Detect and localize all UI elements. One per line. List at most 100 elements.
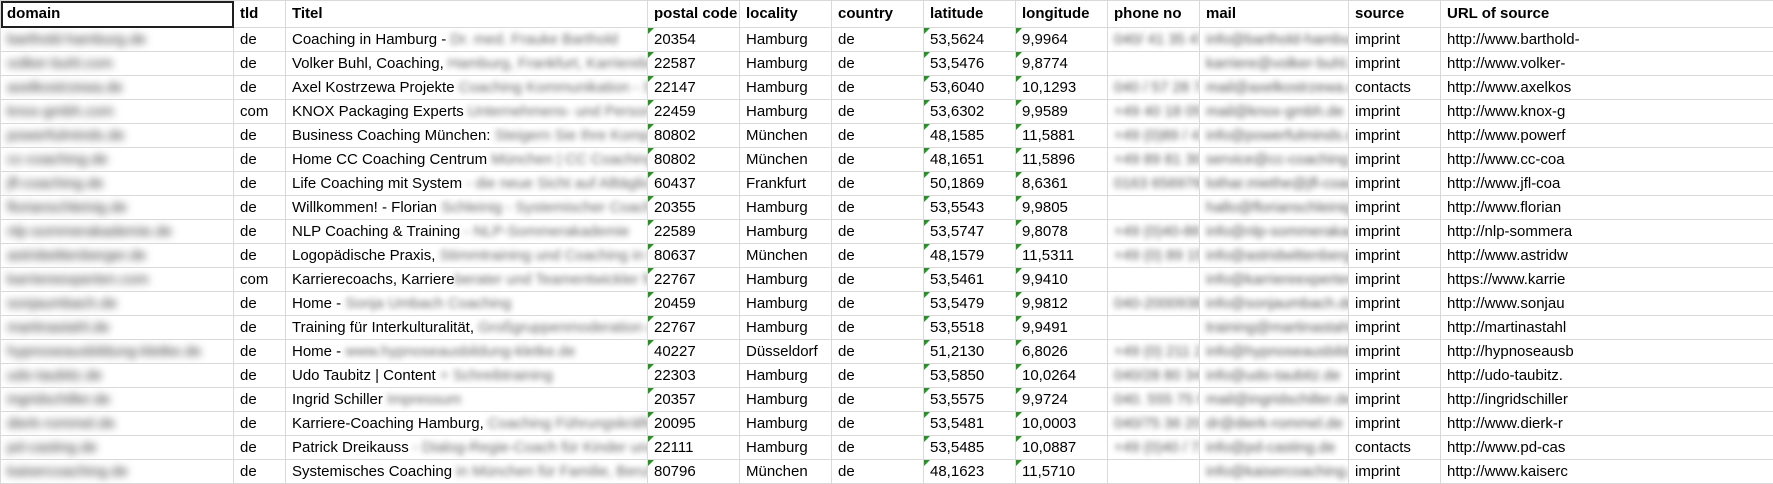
cell-latitude[interactable]: 53,6302 bbox=[923, 99, 1016, 124]
table-row[interactable]: cc-coaching.de de Home CC Coaching Centrum… bbox=[0, 147, 1773, 172]
cell-titel[interactable]: Ingrid Schiller Impressum bbox=[285, 387, 648, 412]
cell-longitude[interactable]: 11,5710 bbox=[1015, 459, 1108, 484]
cell-country[interactable]: de bbox=[831, 267, 924, 292]
cell-locality[interactable]: Düsseldorf bbox=[739, 339, 832, 364]
cell-longitude[interactable]: 6,8026 bbox=[1015, 339, 1108, 364]
cell-country[interactable]: de bbox=[831, 387, 924, 412]
cell-domain[interactable]: cc-coaching.de bbox=[0, 147, 234, 172]
cell-longitude[interactable]: 9,8774 bbox=[1015, 51, 1108, 76]
cell-phone-no[interactable]: +49 (0) 211 27 00 bbox=[1107, 339, 1200, 364]
cell-titel[interactable]: Coaching in Hamburg - Dr. med. Frauke Ba… bbox=[285, 27, 648, 52]
cell-tld[interactable]: de bbox=[233, 75, 286, 100]
cell-domain[interactable]: sonjaumbach.de bbox=[0, 291, 234, 316]
column-header-domain[interactable]: domain bbox=[0, 0, 234, 28]
cell-phone-no[interactable] bbox=[1107, 51, 1200, 76]
cell-url-of-source[interactable]: http://www.dierk-r bbox=[1440, 411, 1773, 436]
cell-mail[interactable]: mail@axelkostrzewa.de bbox=[1199, 75, 1349, 100]
cell-latitude[interactable]: 53,5575 bbox=[923, 387, 1016, 412]
cell-postal-code[interactable]: 22589 bbox=[647, 219, 740, 244]
cell-source[interactable]: imprint bbox=[1348, 291, 1441, 316]
cell-country[interactable]: de bbox=[831, 123, 924, 148]
cell-tld[interactable]: de bbox=[233, 219, 286, 244]
cell-tld[interactable]: de bbox=[233, 243, 286, 268]
cell-postal-code[interactable]: 80796 bbox=[647, 459, 740, 484]
table-row[interactable]: axelkostrzewa.de de Axel Kostrzewa Projekt… bbox=[0, 75, 1773, 100]
column-header-source[interactable]: source bbox=[1348, 0, 1441, 28]
cell-url-of-source[interactable]: http://nlp-sommera bbox=[1440, 219, 1773, 244]
cell-country[interactable]: de bbox=[831, 75, 924, 100]
cell-locality[interactable]: Hamburg bbox=[739, 387, 832, 412]
cell-tld[interactable]: de bbox=[233, 195, 286, 220]
cell-locality[interactable]: Hamburg bbox=[739, 27, 832, 52]
cell-locality[interactable]: Hamburg bbox=[739, 363, 832, 388]
cell-titel[interactable]: Volker Buhl, Coaching, Hamburg, Frankfur… bbox=[285, 51, 648, 76]
cell-longitude[interactable]: 8,6361 bbox=[1015, 171, 1108, 196]
cell-domain[interactable]: pd-casting.de bbox=[0, 435, 234, 460]
cell-latitude[interactable]: 51,2130 bbox=[923, 339, 1016, 364]
cell-domain[interactable]: jfl-coaching.de bbox=[0, 171, 234, 196]
cell-latitude[interactable]: 53,5485 bbox=[923, 435, 1016, 460]
cell-postal-code[interactable]: 22459 bbox=[647, 99, 740, 124]
cell-locality[interactable]: München bbox=[739, 123, 832, 148]
cell-postal-code[interactable]: 20355 bbox=[647, 195, 740, 220]
table-row[interactable]: florianschleinig.de de Willkommen! - Flori… bbox=[0, 195, 1773, 220]
cell-source[interactable]: imprint bbox=[1348, 387, 1441, 412]
cell-url-of-source[interactable]: http://hypnoseausb bbox=[1440, 339, 1773, 364]
cell-longitude[interactable]: 11,5881 bbox=[1015, 123, 1108, 148]
cell-domain[interactable]: barthold-hamburg.de bbox=[0, 27, 234, 52]
cell-postal-code[interactable]: 22303 bbox=[647, 363, 740, 388]
cell-longitude[interactable]: 9,9805 bbox=[1015, 195, 1108, 220]
cell-phone-no[interactable]: +49 (0)40 / 71 00 bbox=[1107, 435, 1200, 460]
cell-phone-no[interactable]: +49 (0)40-86 00 bbox=[1107, 219, 1200, 244]
cell-postal-code[interactable]: 22147 bbox=[647, 75, 740, 100]
cell-latitude[interactable]: 50,1869 bbox=[923, 171, 1016, 196]
cell-country[interactable]: de bbox=[831, 459, 924, 484]
cell-domain[interactable]: dierk-rommel.de bbox=[0, 411, 234, 436]
cell-mail[interactable]: info@udo-taubitz.de bbox=[1199, 363, 1349, 388]
cell-source[interactable]: imprint bbox=[1348, 267, 1441, 292]
cell-country[interactable]: de bbox=[831, 435, 924, 460]
cell-source[interactable]: imprint bbox=[1348, 171, 1441, 196]
cell-postal-code[interactable]: 40227 bbox=[647, 339, 740, 364]
column-header-titel[interactable]: Titel bbox=[285, 0, 648, 28]
cell-longitude[interactable]: 11,5896 bbox=[1015, 147, 1108, 172]
cell-domain[interactable]: knox-gmbh.com bbox=[0, 99, 234, 124]
cell-source[interactable]: imprint bbox=[1348, 195, 1441, 220]
table-row[interactable]: knox-gmbh.com com KNOX Packaging Experts U… bbox=[0, 99, 1773, 124]
cell-country[interactable]: de bbox=[831, 51, 924, 76]
cell-mail[interactable]: training@martinastahl.de bbox=[1199, 315, 1349, 340]
cell-url-of-source[interactable]: http://udo-taubitz. bbox=[1440, 363, 1773, 388]
cell-mail[interactable]: lothar.miethe@jfl-coaching.de bbox=[1199, 171, 1349, 196]
cell-domain[interactable]: kaisercoaching.de bbox=[0, 459, 234, 484]
cell-phone-no[interactable]: 040. 555 75 90 bbox=[1107, 387, 1200, 412]
column-header-locality[interactable]: locality bbox=[739, 0, 832, 28]
cell-titel[interactable]: Karriere-Coaching Hamburg, Coaching Führ… bbox=[285, 411, 648, 436]
cell-longitude[interactable]: 11,5311 bbox=[1015, 243, 1108, 268]
cell-country[interactable]: de bbox=[831, 27, 924, 52]
cell-source[interactable]: imprint bbox=[1348, 123, 1441, 148]
cell-source[interactable]: imprint bbox=[1348, 363, 1441, 388]
cell-phone-no[interactable]: 040/ 41 35 47 00 bbox=[1107, 27, 1200, 52]
cell-titel[interactable]: Patrick Dreikauss - Dialog-Regie-Coach f… bbox=[285, 435, 648, 460]
cell-locality[interactable]: München bbox=[739, 147, 832, 172]
column-header-postal-code[interactable]: postal code bbox=[647, 0, 740, 28]
cell-longitude[interactable]: 10,0003 bbox=[1015, 411, 1108, 436]
cell-source[interactable]: contacts bbox=[1348, 435, 1441, 460]
cell-postal-code[interactable]: 20357 bbox=[647, 387, 740, 412]
cell-postal-code[interactable]: 80802 bbox=[647, 147, 740, 172]
table-row[interactable]: kaisercoaching.de de Systemisches Coaching… bbox=[0, 459, 1773, 484]
cell-mail[interactable]: info@nlp-sommerakademie.de bbox=[1199, 219, 1349, 244]
cell-mail[interactable]: info@sonjaumbach.de bbox=[1199, 291, 1349, 316]
cell-phone-no[interactable]: +49 (0) 89 15 00 bbox=[1107, 243, 1200, 268]
column-header-longitude[interactable]: longitude bbox=[1015, 0, 1108, 28]
cell-titel[interactable]: Logopädische Praxis, Stimmtraining und C… bbox=[285, 243, 648, 268]
cell-phone-no[interactable]: 040-2000938 bbox=[1107, 291, 1200, 316]
cell-titel[interactable]: Udo Taubitz | Content + Schreibtraining bbox=[285, 363, 648, 388]
cell-longitude[interactable]: 10,0264 bbox=[1015, 363, 1108, 388]
cell-country[interactable]: de bbox=[831, 339, 924, 364]
cell-url-of-source[interactable]: http://www.astridw bbox=[1440, 243, 1773, 268]
cell-mail[interactable]: hallo@florianschleinig.de bbox=[1199, 195, 1349, 220]
cell-latitude[interactable]: 48,1623 bbox=[923, 459, 1016, 484]
cell-tld[interactable]: de bbox=[233, 171, 286, 196]
cell-domain[interactable]: volker-buhl.com bbox=[0, 51, 234, 76]
